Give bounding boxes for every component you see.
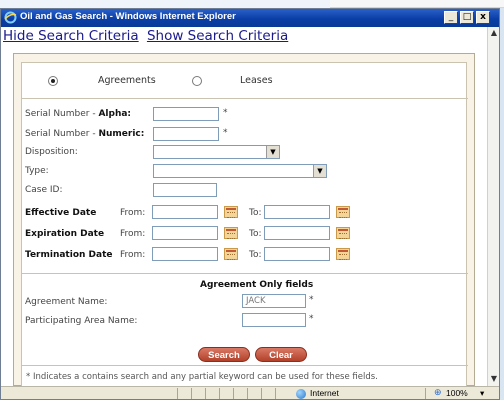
window-title: Oil and Gas Search - Windows Internet Ex… xyxy=(20,11,236,22)
contains-search-footnote: * Indicates a contains search and any pa… xyxy=(26,372,378,382)
leases-radio[interactable] xyxy=(192,76,202,86)
termination-from-input[interactable] xyxy=(152,247,218,261)
status-pane xyxy=(261,388,275,399)
chevron-down-icon[interactable]: ▼ xyxy=(266,146,279,158)
calendar-icon[interactable] xyxy=(336,206,350,218)
effective-to-label: To: xyxy=(249,208,262,218)
zoom-dropdown-icon[interactable]: ▾ xyxy=(480,388,484,399)
calendar-icon[interactable] xyxy=(336,248,350,260)
calendar-icon[interactable] xyxy=(224,248,238,260)
serial-numeric-input[interactable] xyxy=(153,127,219,141)
type-label: Type: xyxy=(25,166,49,176)
scroll-up-arrow-icon[interactable]: ▲ xyxy=(488,27,500,39)
disposition-select[interactable]: ▼ xyxy=(153,145,280,159)
globe-icon xyxy=(296,389,306,399)
calendar-icon[interactable] xyxy=(224,206,238,218)
effective-from-label: From: xyxy=(120,208,146,218)
termination-to-input[interactable] xyxy=(264,247,330,261)
contains-search-asterisk: * xyxy=(309,295,314,305)
divider xyxy=(22,273,468,274)
minimize-button[interactable]: _ xyxy=(444,11,458,24)
status-pane xyxy=(219,388,233,399)
zoom-pane[interactable]: ⊕ 100% ▾ xyxy=(425,387,499,399)
maximize-button[interactable]: □ xyxy=(460,11,474,24)
participating-area-label: Participating Area Name: xyxy=(25,316,138,326)
show-search-criteria-link[interactable]: Show Search Criteria xyxy=(147,28,288,44)
internet-explorer-icon xyxy=(4,11,17,24)
contains-search-asterisk: * xyxy=(223,108,228,118)
expiration-from-label: From: xyxy=(120,229,146,239)
participating-area-input[interactable] xyxy=(242,313,306,327)
close-button[interactable]: x xyxy=(476,11,490,24)
agreements-radio[interactable] xyxy=(48,76,58,86)
serial-numeric-label: Serial Number - Numeric: xyxy=(25,129,145,139)
chevron-down-icon[interactable]: ▼ xyxy=(313,165,326,177)
termination-date-label: Termination Date xyxy=(25,250,113,260)
disposition-label: Disposition: xyxy=(25,147,78,157)
type-select[interactable]: ▼ xyxy=(153,164,327,178)
serial-alpha-label: Serial Number - Alpha: xyxy=(25,109,132,119)
agreement-name-input[interactable]: JACK xyxy=(242,294,306,308)
contains-search-asterisk: * xyxy=(223,128,228,138)
serial-alpha-input[interactable] xyxy=(153,107,219,121)
termination-to-label: To: xyxy=(249,250,262,260)
contains-search-asterisk: * xyxy=(309,314,314,324)
effective-to-input[interactable] xyxy=(264,205,330,219)
page-content: Hide Search Criteria Show Search Criteri… xyxy=(1,27,487,386)
effective-date-label: Effective Date xyxy=(25,208,97,218)
termination-from-label: From: xyxy=(120,250,146,260)
expiration-to-input[interactable] xyxy=(264,226,330,240)
status-bar: Internet ⊕ 100% ▾ xyxy=(1,386,499,399)
status-pane xyxy=(191,388,205,399)
calendar-icon[interactable] xyxy=(224,227,238,239)
leases-radio-label[interactable]: Leases xyxy=(240,75,273,86)
scroll-down-arrow-icon[interactable]: ▼ xyxy=(488,373,500,385)
security-zone-text: Internet xyxy=(310,388,339,398)
search-criteria-panel: Agreements Leases Serial Number - Alpha:… xyxy=(13,53,475,386)
zoom-level: 100% xyxy=(446,388,468,398)
status-pane xyxy=(233,388,247,399)
divider xyxy=(22,365,468,366)
criteria-toggle-links: Hide Search Criteria Show Search Criteri… xyxy=(3,28,288,44)
zoom-magnifier-icon: ⊕ xyxy=(434,387,442,397)
expiration-from-input[interactable] xyxy=(152,226,218,240)
expiration-date-label: Expiration Date xyxy=(25,229,105,239)
case-id-label: Case ID: xyxy=(25,185,63,195)
search-button[interactable]: Search xyxy=(198,347,250,362)
status-pane xyxy=(247,388,261,399)
status-pane xyxy=(177,388,191,399)
browser-window: Oil and Gas Search - Windows Internet Ex… xyxy=(0,8,500,400)
hide-search-criteria-link[interactable]: Hide Search Criteria xyxy=(3,28,139,44)
calendar-icon[interactable] xyxy=(336,227,350,239)
title-bar[interactable]: Oil and Gas Search - Windows Internet Ex… xyxy=(1,9,499,27)
agreements-radio-label[interactable]: Agreements xyxy=(98,75,156,86)
search-form: Agreements Leases Serial Number - Alpha:… xyxy=(21,62,468,386)
background-window-fragment xyxy=(330,0,504,8)
case-id-input[interactable] xyxy=(153,183,217,197)
status-pane xyxy=(205,388,219,399)
effective-from-input[interactable] xyxy=(152,205,218,219)
agreement-name-label: Agreement Name: xyxy=(25,297,108,307)
agreement-only-heading: Agreement Only fields xyxy=(200,280,314,290)
divider xyxy=(22,98,468,99)
expiration-to-label: To: xyxy=(249,229,262,239)
vertical-scrollbar[interactable]: ▲ ▼ xyxy=(487,27,499,386)
clear-button[interactable]: Clear xyxy=(255,347,307,362)
security-zone-pane[interactable]: Internet xyxy=(275,388,425,399)
